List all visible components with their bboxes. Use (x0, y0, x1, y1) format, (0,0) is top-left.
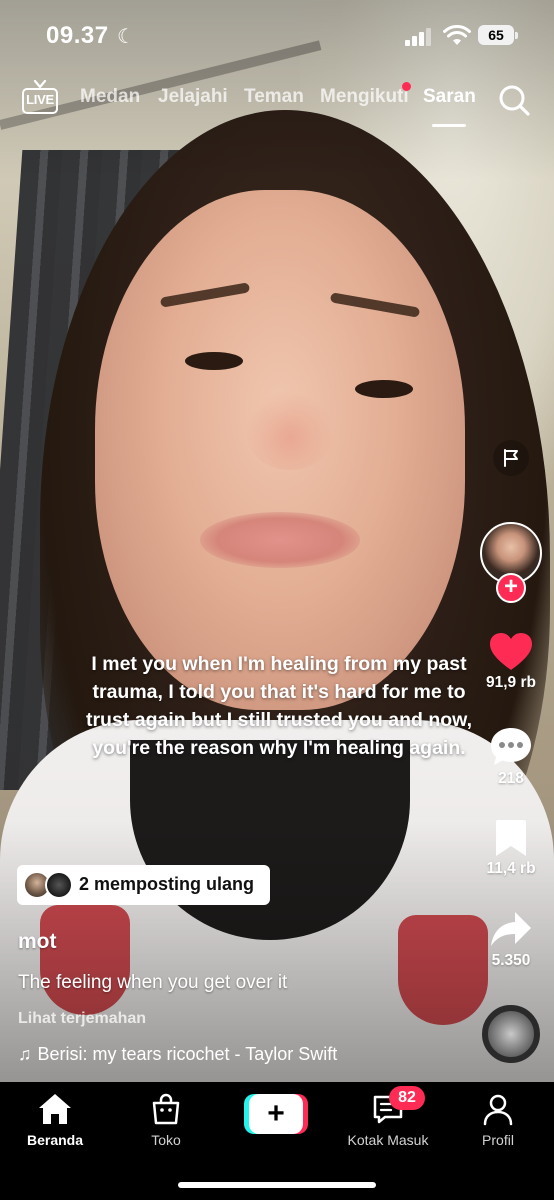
tab-saran[interactable]: Saran (423, 86, 476, 108)
profile-icon (483, 1094, 513, 1126)
nav-toko[interactable]: Toko (111, 1092, 221, 1148)
status-time: 09.37 (46, 22, 109, 49)
save-count: 11,4 rb (486, 860, 536, 877)
nav-label: Beranda (26, 1132, 84, 1148)
follow-button[interactable]: + (496, 573, 526, 603)
inbox-badge: 82 (389, 1086, 425, 1110)
active-tab-indicator (432, 124, 466, 127)
nav-label: Kotak Masuk (347, 1132, 429, 1148)
nav-label: Toko (151, 1132, 181, 1148)
tab-mengikuti[interactable]: Mengikuti (320, 86, 409, 108)
search-icon[interactable] (497, 83, 531, 117)
create-button[interactable]: + (244, 1094, 308, 1134)
video-bottom-gradient (0, 820, 554, 1082)
repost-avatar (45, 871, 73, 899)
home-icon (39, 1094, 71, 1124)
see-translation-link[interactable]: Lihat terjemahan (18, 1010, 146, 1028)
like-button[interactable]: 91,9 rb (480, 632, 542, 692)
tab-jelajahi[interactable]: Jelajahi (158, 86, 228, 108)
video-nose (245, 390, 335, 470)
like-count: 91,9 rb (486, 674, 536, 691)
repost-label: 2 memposting ulang (79, 874, 255, 894)
share-arrow-icon (491, 912, 531, 946)
video-eye-left (185, 352, 243, 370)
video-lips (200, 512, 360, 568)
share-button[interactable]: 5.350 (480, 910, 542, 970)
creator-username[interactable]: mot (18, 930, 57, 954)
post-caption: The feeling when you get over it (18, 972, 288, 993)
battery-icon: 65 (478, 25, 518, 45)
bookmark-icon (496, 820, 526, 856)
share-count: 5.350 (491, 952, 531, 969)
top-nav: LIVE Medan Jelajahi Teman Mengikuti Sara… (0, 78, 554, 128)
video-player[interactable] (0, 0, 554, 1082)
comment-count: 218 (498, 770, 524, 787)
music-disc-icon[interactable] (482, 1005, 540, 1063)
heart-icon (490, 633, 532, 670)
video-eye-right (355, 380, 413, 398)
comment-button[interactable]: 218 (480, 726, 542, 788)
tab-medan[interactable]: Medan (80, 86, 140, 108)
nav-beranda[interactable]: Beranda (0, 1092, 110, 1148)
nav-kotak-masuk[interactable]: Kotak Masuk (333, 1092, 443, 1148)
music-info[interactable]: ♫ Berisi: my tears ricochet - Taylor Swif… (18, 1044, 337, 1065)
plus-icon: + (249, 1094, 303, 1134)
status-bar: 09.37 ☾ 65 (0, 0, 554, 70)
wifi-icon (443, 25, 471, 45)
notification-dot (402, 82, 411, 91)
music-title: Berisi: my tears ricochet - Taylor Swift (37, 1044, 338, 1064)
live-tv-icon: LIVE (22, 88, 58, 114)
shopping-bag-icon (152, 1093, 180, 1125)
save-button[interactable]: 11,4 rb (480, 818, 542, 878)
nav-profil[interactable]: Profil (443, 1092, 553, 1148)
live-button[interactable]: LIVE (22, 80, 58, 118)
music-note-icon: ♫ (18, 1044, 32, 1064)
flag-icon (504, 449, 518, 467)
cellular-signal-icon (405, 28, 433, 46)
repost-indicator[interactable]: 2 memposting ulang (17, 865, 270, 905)
nav-label: Profil (482, 1132, 514, 1148)
home-indicator[interactable] (178, 1182, 376, 1188)
video-overlay-text: I met you when I'm healing from my past … (85, 653, 473, 759)
comment-icon (491, 728, 531, 765)
antenna-icon (33, 80, 47, 88)
tab-teman[interactable]: Teman (244, 86, 304, 108)
report-button[interactable] (493, 440, 529, 476)
battery-level: 65 (488, 27, 504, 43)
moon-icon: ☾ (117, 26, 135, 48)
